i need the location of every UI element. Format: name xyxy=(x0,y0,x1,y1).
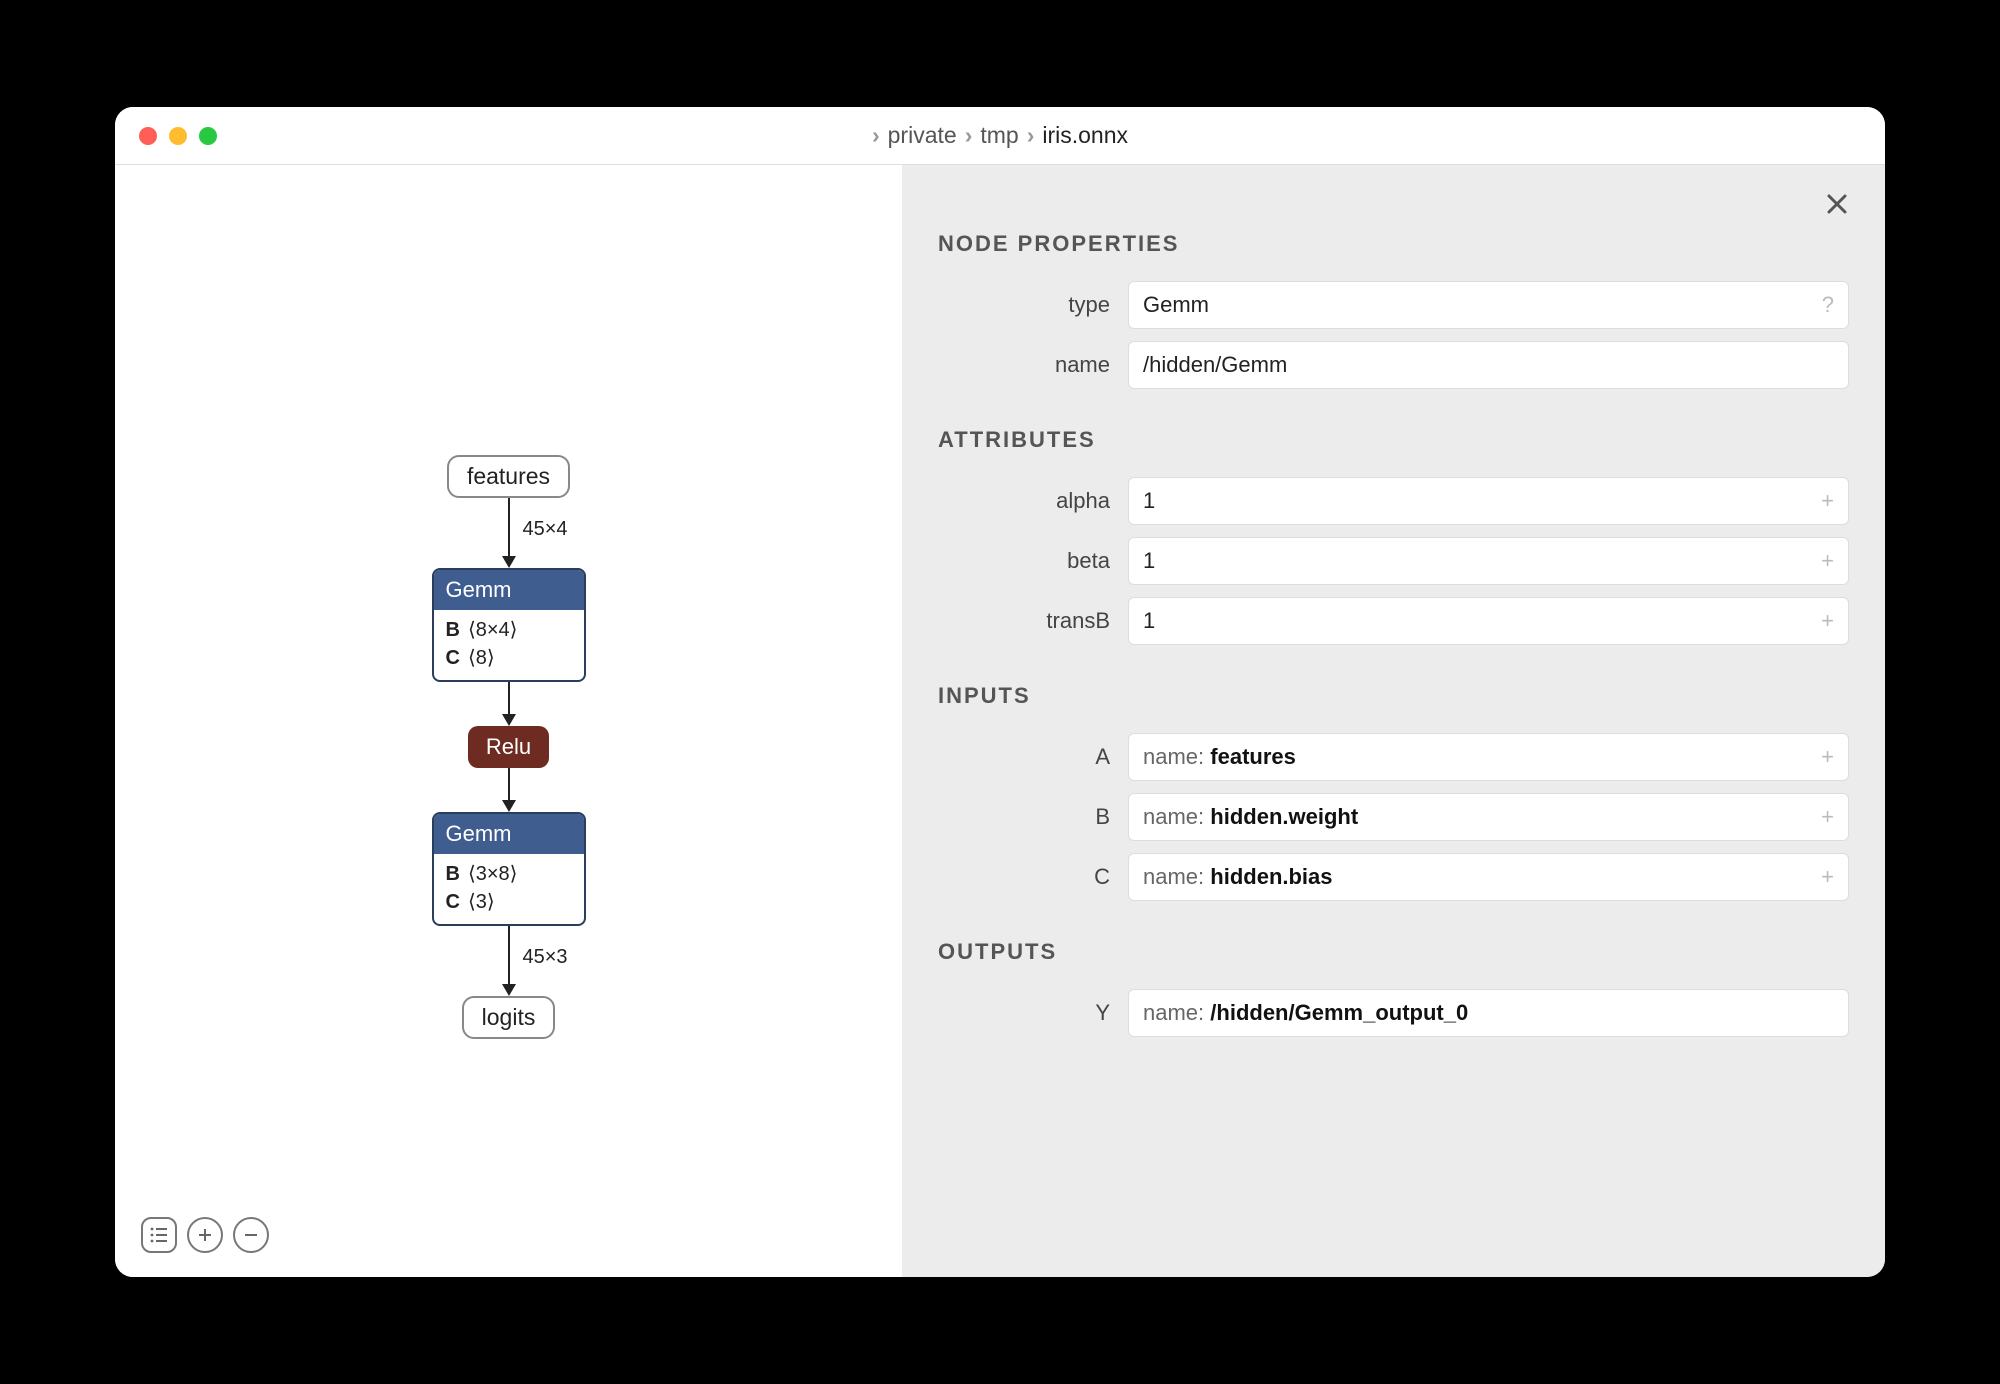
graph-toolbar xyxy=(141,1217,269,1253)
model-properties-button[interactable] xyxy=(141,1217,177,1253)
relu-node[interactable]: Relu xyxy=(468,726,549,768)
titlebar: › private › tmp › iris.onnx xyxy=(115,107,1885,165)
property-row-type: type Gemm ? xyxy=(938,281,1849,329)
graph: features 45×4 Gemm B⟨8×4⟩ C⟨8⟩ xyxy=(432,455,586,1039)
input-field[interactable]: name: features + xyxy=(1128,733,1849,781)
type-field[interactable]: Gemm ? xyxy=(1128,281,1849,329)
plus-icon xyxy=(197,1227,213,1243)
property-label: A xyxy=(938,744,1128,770)
gemm-node-title: Gemm xyxy=(434,570,584,610)
property-label: type xyxy=(938,292,1128,318)
input-field[interactable]: name: hidden.weight + xyxy=(1128,793,1849,841)
graph-edge: 45×3 xyxy=(502,926,516,996)
property-label: C xyxy=(938,864,1128,890)
breadcrumb-item[interactable]: tmp xyxy=(980,122,1018,149)
input-field[interactable]: name: hidden.bias + xyxy=(1128,853,1849,901)
close-icon xyxy=(1825,192,1849,216)
attr-row-transb: transB 1 + xyxy=(938,597,1849,645)
name-field[interactable]: /hidden/Gemm xyxy=(1128,341,1849,389)
chevron-right-icon: › xyxy=(872,122,880,149)
output-row-y: Y name: /hidden/Gemm_output_0 xyxy=(938,989,1849,1037)
graph-edge xyxy=(502,768,516,812)
gemm-node-body: B⟨3×8⟩ C⟨3⟩ xyxy=(434,854,584,924)
expand-icon[interactable]: + xyxy=(1821,804,1834,830)
edge-label: 45×4 xyxy=(523,518,568,541)
attr-field[interactable]: 1 + xyxy=(1128,477,1849,525)
property-label: transB xyxy=(938,608,1128,634)
breadcrumb-item[interactable]: iris.onnx xyxy=(1042,122,1128,149)
output-field[interactable]: name: /hidden/Gemm_output_0 xyxy=(1128,989,1849,1037)
minus-icon xyxy=(243,1227,259,1243)
property-label: name xyxy=(938,352,1128,378)
content-area: features 45×4 Gemm B⟨8×4⟩ C⟨8⟩ xyxy=(115,165,1885,1277)
app-window: › private › tmp › iris.onnx features 45×… xyxy=(115,107,1885,1277)
output-node-logits[interactable]: logits xyxy=(462,996,556,1039)
window-controls xyxy=(139,127,217,145)
attr-field[interactable]: 1 + xyxy=(1128,597,1849,645)
properties-sidebar: NODE PROPERTIES type Gemm ? name /hidden… xyxy=(902,165,1885,1277)
expand-icon[interactable]: + xyxy=(1821,608,1834,634)
section-attributes: ATTRIBUTES xyxy=(938,427,1849,453)
expand-icon[interactable]: + xyxy=(1821,744,1834,770)
graph-edge: 45×4 xyxy=(502,498,516,568)
section-node-properties: NODE PROPERTIES xyxy=(938,231,1849,257)
graph-panel[interactable]: features 45×4 Gemm B⟨8×4⟩ C⟨8⟩ xyxy=(115,165,902,1277)
property-label: alpha xyxy=(938,488,1128,514)
property-label: B xyxy=(938,804,1128,830)
close-sidebar-button[interactable] xyxy=(1825,189,1849,221)
breadcrumb-item[interactable]: private xyxy=(888,122,957,149)
gemm-node-2[interactable]: Gemm B⟨3×8⟩ C⟨3⟩ xyxy=(432,812,586,926)
input-row-b: B name: hidden.weight + xyxy=(938,793,1849,841)
attr-row-beta: beta 1 + xyxy=(938,537,1849,585)
input-node-features[interactable]: features xyxy=(447,455,570,498)
input-row-a: A name: features + xyxy=(938,733,1849,781)
maximize-window-button[interactable] xyxy=(199,127,217,145)
zoom-in-button[interactable] xyxy=(187,1217,223,1253)
chevron-right-icon: › xyxy=(1027,122,1035,149)
attr-field[interactable]: 1 + xyxy=(1128,537,1849,585)
section-outputs: OUTPUTS xyxy=(938,939,1849,965)
attr-row-alpha: alpha 1 + xyxy=(938,477,1849,525)
close-window-button[interactable] xyxy=(139,127,157,145)
gemm-node-1[interactable]: Gemm B⟨8×4⟩ C⟨8⟩ xyxy=(432,568,586,682)
zoom-out-button[interactable] xyxy=(233,1217,269,1253)
input-row-c: C name: hidden.bias + xyxy=(938,853,1849,901)
minimize-window-button[interactable] xyxy=(169,127,187,145)
chevron-right-icon: › xyxy=(965,122,973,149)
list-icon xyxy=(149,1225,169,1245)
property-label: Y xyxy=(938,1000,1128,1026)
section-inputs: INPUTS xyxy=(938,683,1849,709)
edge-label: 45×3 xyxy=(523,946,568,969)
property-label: beta xyxy=(938,548,1128,574)
help-icon[interactable]: ? xyxy=(1822,292,1834,318)
property-row-name: name /hidden/Gemm xyxy=(938,341,1849,389)
breadcrumb: › private › tmp › iris.onnx xyxy=(872,122,1128,149)
gemm-node-body: B⟨8×4⟩ C⟨8⟩ xyxy=(434,610,584,680)
expand-icon[interactable]: + xyxy=(1821,864,1834,890)
gemm-node-title: Gemm xyxy=(434,814,584,854)
expand-icon[interactable]: + xyxy=(1821,548,1834,574)
expand-icon[interactable]: + xyxy=(1821,488,1834,514)
graph-edge xyxy=(502,682,516,726)
